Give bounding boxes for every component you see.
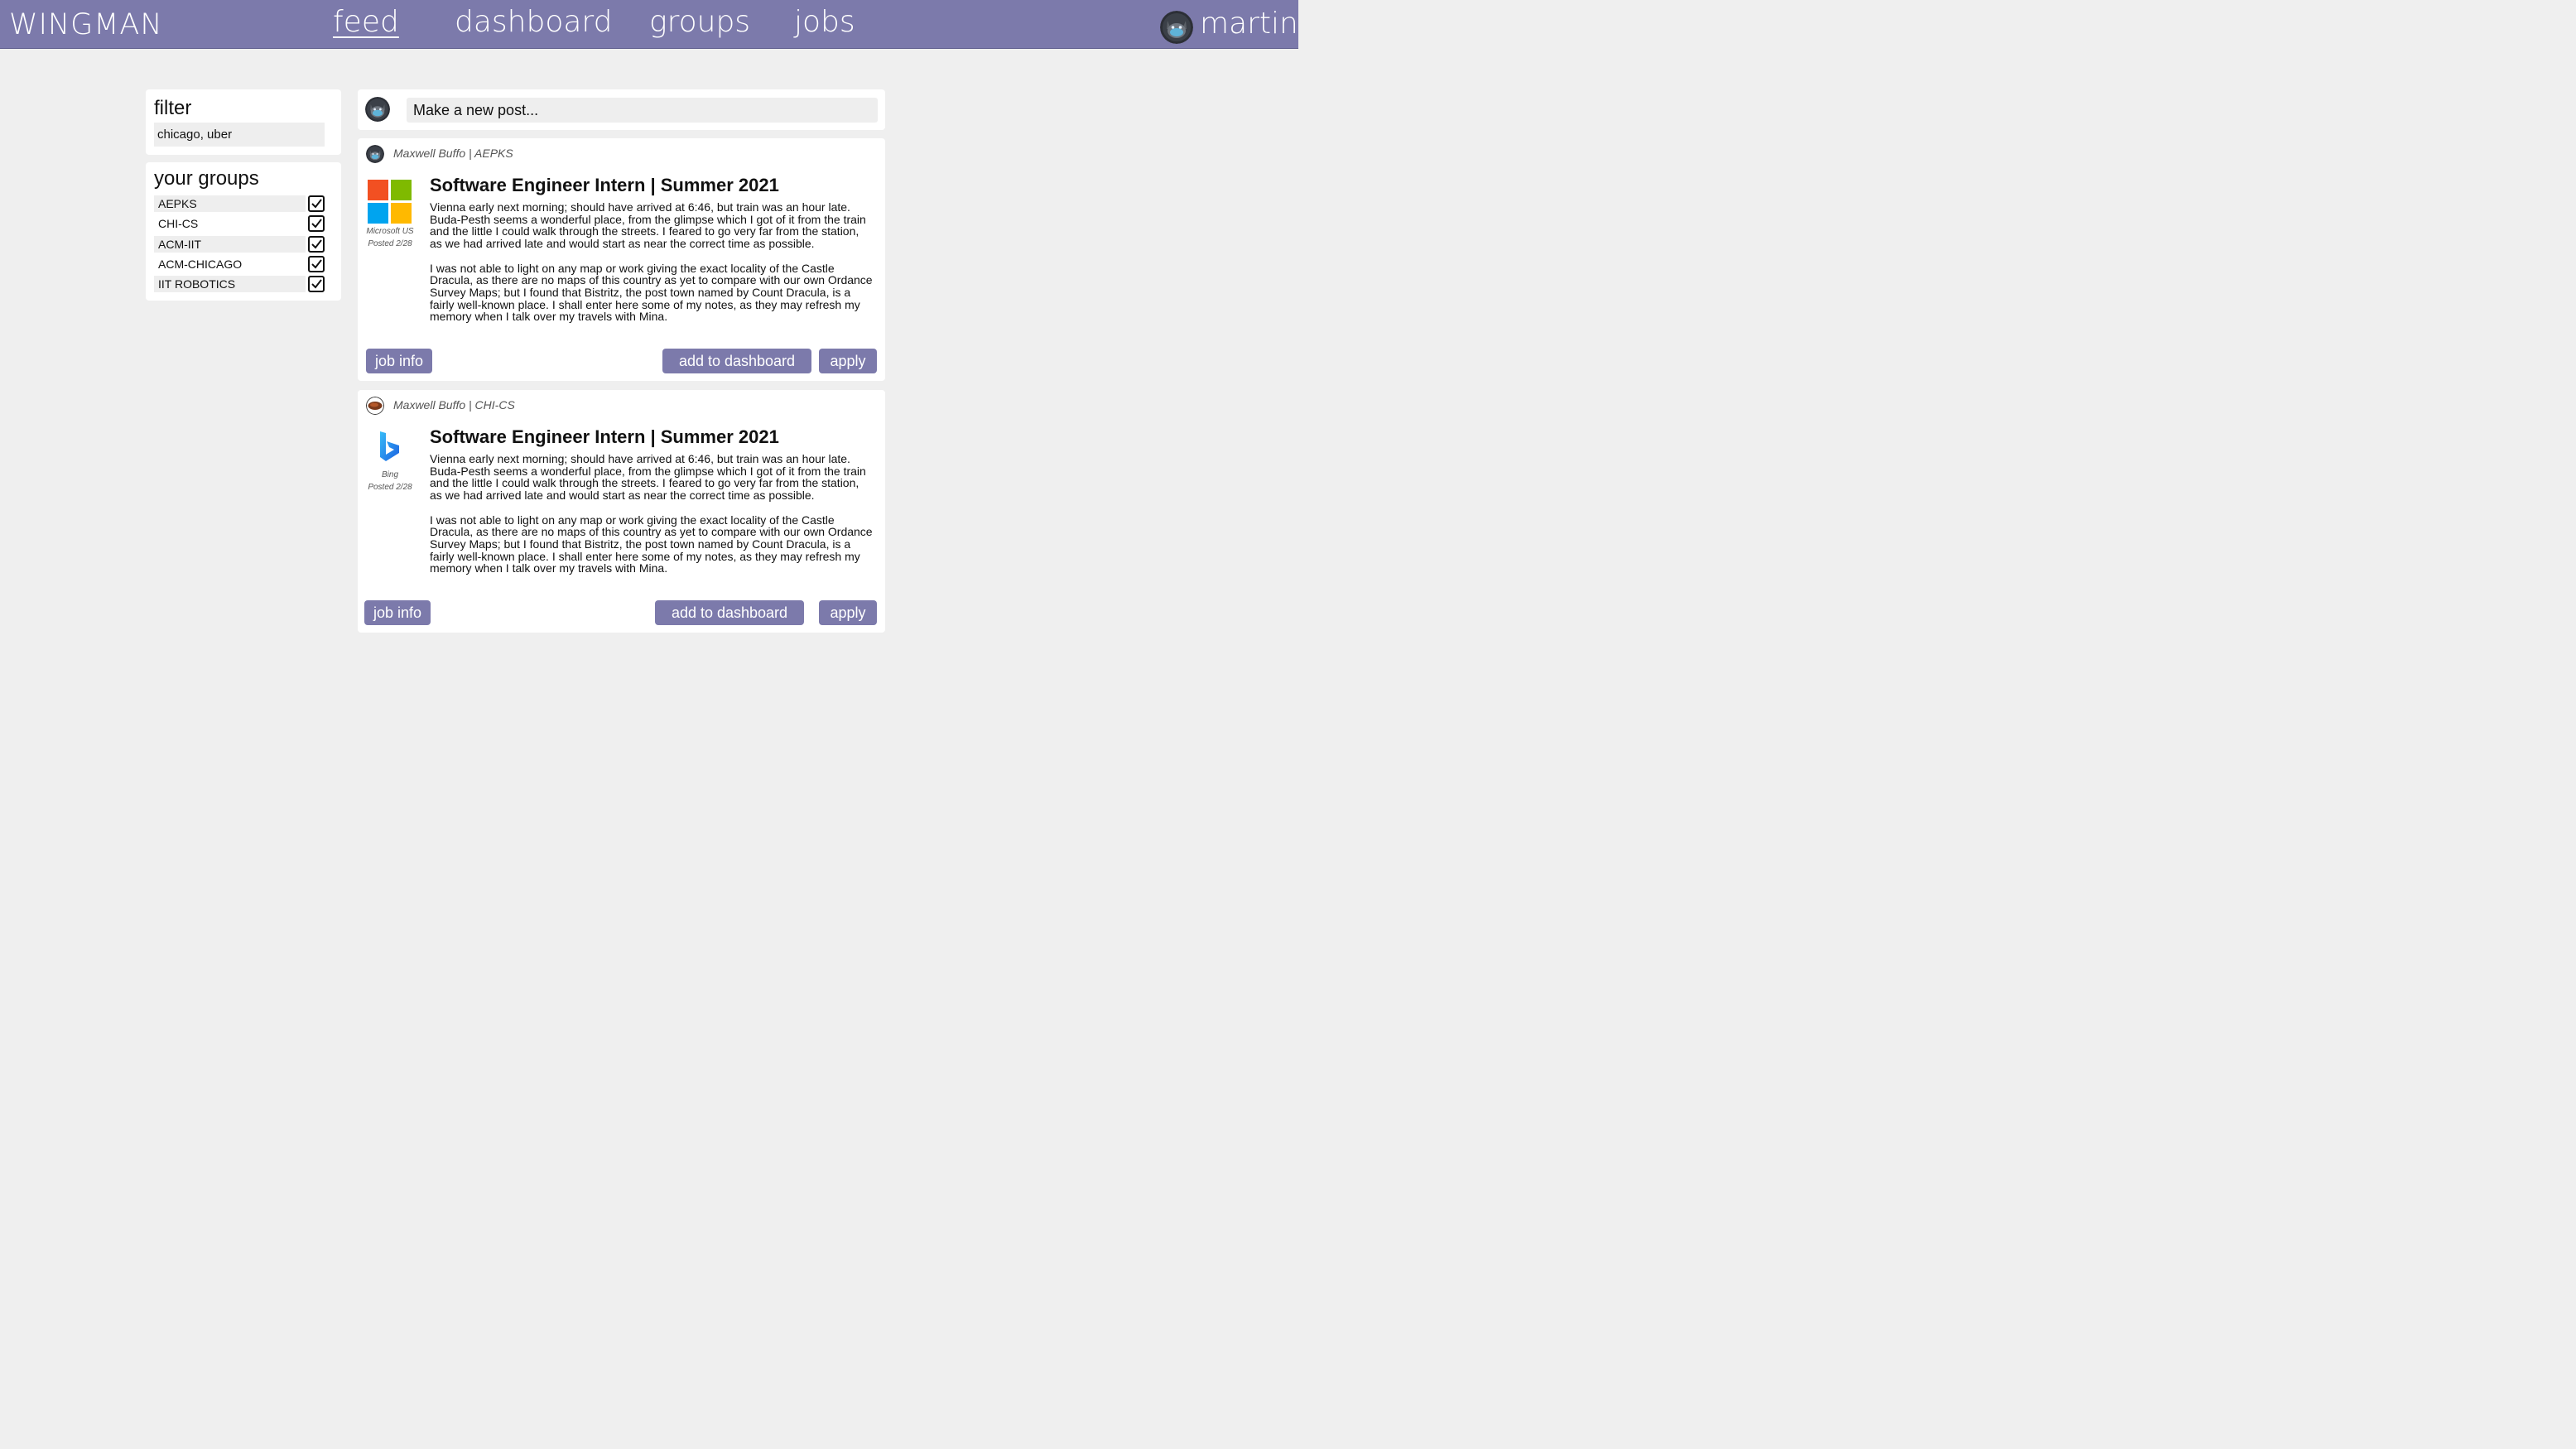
group-label: ACM-IIT (158, 238, 202, 251)
author-avatar-icon[interactable] (366, 145, 384, 163)
job-description-paragraph: Vienna early next morning; should have a… (430, 452, 866, 503)
job-description-paragraph: I was not able to light on any map or wo… (430, 513, 873, 575)
group-label: CHI-CS (158, 217, 199, 230)
author-avatar-icon[interactable] (366, 397, 384, 415)
group-item-chi-cs[interactable]: CHI-CS (154, 215, 326, 233)
groups-panel: your groups AEPKS CHI-CS ACM-IIT ACM-CHI… (146, 162, 341, 301)
checkmark-icon (311, 199, 322, 209)
checkmark-icon (311, 219, 322, 229)
group-checkbox[interactable] (308, 276, 325, 292)
group-checkbox[interactable] (308, 256, 325, 272)
filter-input[interactable] (154, 123, 325, 147)
job-description: Vienna early next morning; should have a… (430, 201, 873, 323)
group-checkbox[interactable] (308, 236, 325, 253)
company-name: Bing (381, 470, 398, 479)
job-post-card: Maxwell Buffo | AEPKS Microsoft US Poste… (358, 138, 885, 381)
new-post-panel (358, 89, 885, 130)
apply-button[interactable]: apply (819, 600, 877, 625)
post-author[interactable]: Maxwell Buffo | AEPKS (393, 147, 513, 160)
posted-date: Posted 2/28 (368, 239, 412, 248)
group-item-aepks[interactable]: AEPKS (154, 195, 326, 213)
nav-groups[interactable]: groups (649, 5, 750, 39)
username[interactable]: martin (1200, 7, 1298, 41)
nav-jobs[interactable]: jobs (794, 5, 855, 39)
job-info-button[interactable]: job info (366, 349, 432, 373)
group-checkbox[interactable] (308, 215, 325, 232)
group-label: AEPKS (158, 197, 197, 210)
checkmark-icon (311, 239, 322, 249)
posted-date: Posted 2/28 (368, 483, 412, 492)
filter-panel: filter (146, 89, 341, 155)
nav-feed[interactable]: feed (333, 5, 399, 39)
group-item-acm-iit[interactable]: ACM-IIT (154, 236, 326, 253)
microsoft-logo-icon (368, 180, 412, 224)
checkmark-icon (311, 279, 322, 289)
add-to-dashboard-button[interactable]: add to dashboard (655, 600, 804, 625)
job-post-card: Maxwell Buffo | CHI-CS Bing Posted 2/28 … (358, 390, 885, 633)
add-to-dashboard-button[interactable]: add to dashboard (662, 349, 811, 373)
group-checkbox[interactable] (308, 195, 325, 212)
bing-logo-icon (380, 431, 399, 461)
new-post-input[interactable] (407, 98, 878, 123)
job-description: Vienna early next morning; should have a… (430, 453, 873, 575)
nav-dashboard[interactable]: dashboard (455, 5, 612, 39)
top-nav-bar: WINGMAN feed dashboard groups jobs marti… (0, 0, 1298, 49)
job-title: Software Engineer Intern | Summer 2021 (430, 175, 779, 195)
filter-title: filter (154, 97, 192, 119)
job-description-paragraph: I was not able to light on any map or wo… (430, 261, 873, 324)
post-author[interactable]: Maxwell Buffo | CHI-CS (393, 398, 515, 412)
group-label: IIT ROBOTICS (158, 277, 236, 291)
group-label: ACM-CHICAGO (158, 258, 243, 271)
job-description-paragraph: Vienna early next morning; should have a… (430, 200, 866, 251)
group-item-acm-chicago[interactable]: ACM-CHICAGO (154, 256, 326, 273)
user-avatar-icon (365, 97, 390, 122)
company-name: Microsoft US (366, 227, 414, 236)
checkmark-icon (311, 259, 322, 269)
groups-title: your groups (154, 167, 259, 190)
group-item-iit-robotics[interactable]: IIT ROBOTICS (154, 276, 326, 293)
job-info-button[interactable]: job info (364, 600, 431, 625)
apply-button[interactable]: apply (819, 349, 877, 373)
user-avatar-icon[interactable] (1160, 11, 1193, 44)
brand-logo[interactable]: WINGMAN (9, 8, 163, 41)
job-title: Software Engineer Intern | Summer 2021 (430, 426, 779, 447)
